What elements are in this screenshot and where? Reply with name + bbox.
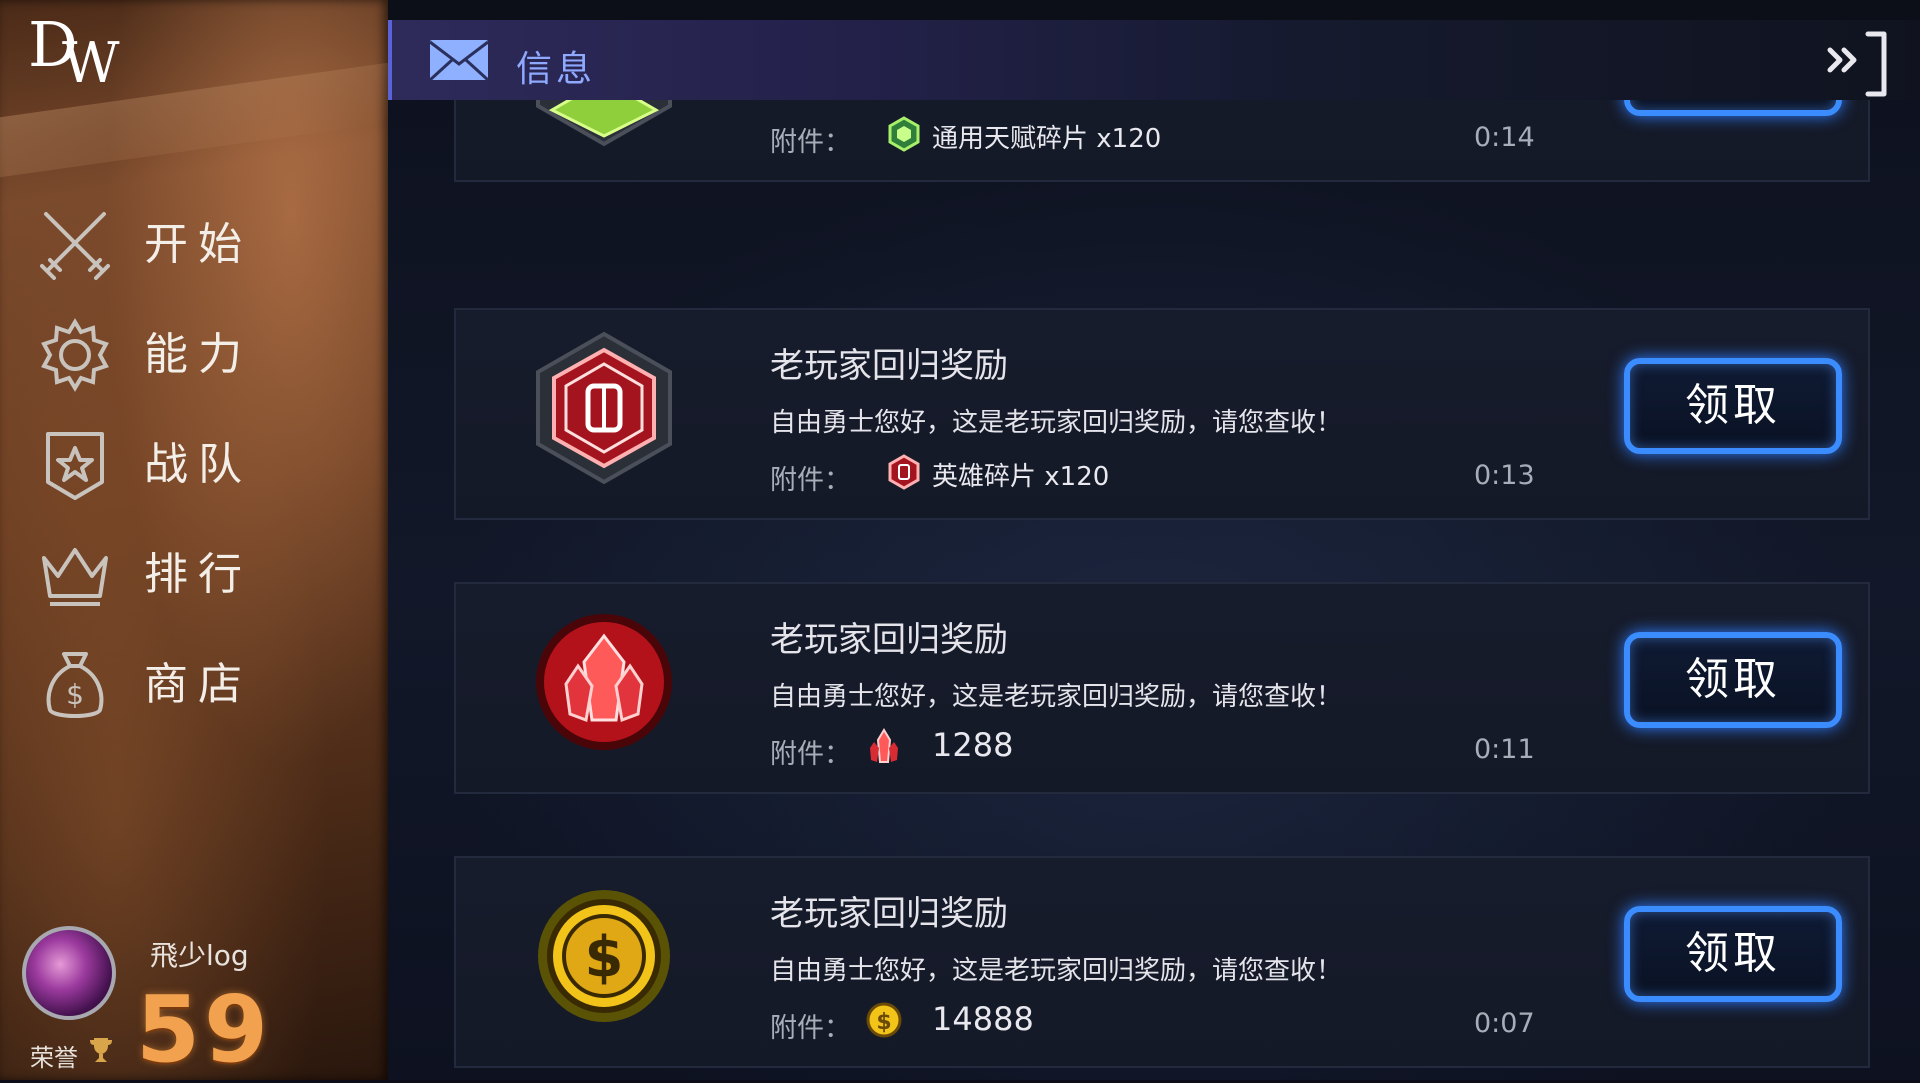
hero-hexagon-icon (530, 328, 678, 488)
claim-button[interactable]: 领取 (1624, 906, 1842, 1002)
player-name: 飛少log (150, 939, 249, 972)
message-time: 0:13 (1474, 460, 1535, 491)
attachment-text: 英雄碎片 x120 (932, 462, 1110, 492)
nav-label-ranking: 排行 (144, 549, 252, 600)
nav-item-shop[interactable]: $ 商店 (0, 630, 388, 740)
talent-fragment-icon (886, 116, 922, 152)
hero-fragment-icon (886, 454, 922, 490)
message-time: 0:07 (1474, 1008, 1535, 1039)
attachment-label: 附件： (770, 127, 851, 158)
nav-item-start[interactable]: 开始 (0, 190, 388, 300)
message-time: 0:14 (1474, 122, 1535, 153)
trophy-icon (88, 1036, 114, 1064)
attachment-label: 附件： (770, 465, 851, 496)
nav-label-ability: 能力 (144, 329, 252, 380)
message-body: 自由勇士您好，这是老玩家回归奖励，请您查收！ (770, 682, 1343, 712)
crossed-swords-icon (36, 206, 114, 284)
avatar[interactable] (22, 926, 116, 1020)
svg-text:$: $ (585, 925, 624, 990)
attachment-label: 附件： (770, 739, 851, 770)
nav-item-ranking[interactable]: 排行 (0, 520, 388, 630)
gear-icon (36, 316, 114, 394)
message-row: 附件： 通用天赋碎片 x120 0:14 领取 (454, 100, 1870, 182)
money-bag-icon: $ (36, 646, 114, 724)
top-strip (388, 0, 1920, 20)
message-row: 老玩家回归奖励 自由勇士您好，这是老玩家回归奖励，请您查收！ 附件： 1288 … (454, 582, 1870, 794)
message-title: 老玩家回归奖励 (770, 346, 1008, 386)
attachment-text: 通用天赋碎片 x120 (932, 124, 1162, 154)
nav-label-start: 开始 (144, 219, 252, 270)
message-list[interactable]: 附件： 通用天赋碎片 x120 0:14 领取 老玩家回归奖励 自由勇士您好，这… (388, 100, 1920, 1080)
message-time: 0:11 (1474, 734, 1535, 765)
game-logo: D W (28, 14, 128, 94)
red-crystal-icon (530, 602, 678, 762)
message-title: 老玩家回归奖励 (770, 620, 1008, 660)
message-title: 老玩家回归奖励 (770, 894, 1008, 934)
crystal-icon (866, 728, 902, 764)
gold-coin-icon: $ (866, 1002, 902, 1038)
messages-header: 信息 (388, 20, 1920, 100)
svg-text:$: $ (876, 1010, 891, 1035)
shield-star-icon (36, 426, 114, 504)
gold-coin-large-icon: $ (530, 876, 678, 1036)
claim-button[interactable]: 领取 (1624, 100, 1842, 116)
player-level: 59 (136, 976, 273, 1083)
nav-label-team: 战队 (144, 439, 252, 490)
collapse-panel-icon[interactable] (1822, 28, 1892, 98)
message-body: 自由勇士您好，这是老玩家回归奖励，请您查收！ (770, 408, 1343, 438)
page-title: 信息 (516, 49, 597, 90)
svg-text:$: $ (66, 678, 84, 711)
message-row: 老玩家回归奖励 自由勇士您好，这是老玩家回归奖励，请您查收！ 附件： 英雄碎片 … (454, 308, 1870, 520)
message-row: $ 老玩家回归奖励 自由勇士您好，这是老玩家回归奖励，请您查收！ 附件： $ 1… (454, 856, 1870, 1068)
nav-item-ability[interactable]: 能力 (0, 300, 388, 410)
claim-button[interactable]: 领取 (1624, 358, 1842, 454)
logo-letter-w: W (62, 31, 120, 96)
nav-label-shop: 商店 (144, 659, 252, 710)
message-body: 自由勇士您好，这是老玩家回归奖励，请您查收！ (770, 956, 1343, 986)
claim-button[interactable]: 领取 (1624, 632, 1842, 728)
attachment-text: 1288 (932, 726, 1014, 764)
player-profile: 飛少log 荣誉 59 (0, 910, 388, 1080)
talent-hexagon-icon (530, 100, 678, 150)
sidebar: D W 开始 能力 战队 排行 $ 商店 飛少log 荣誉 59 (0, 0, 388, 1080)
mail-icon (428, 38, 490, 82)
crown-icon (36, 536, 114, 614)
attachment-label: 附件： (770, 1013, 851, 1044)
attachment-text: 14888 (932, 1000, 1034, 1038)
nav-item-team[interactable]: 战队 (0, 410, 388, 520)
honor-label: 荣誉 (30, 1044, 78, 1072)
